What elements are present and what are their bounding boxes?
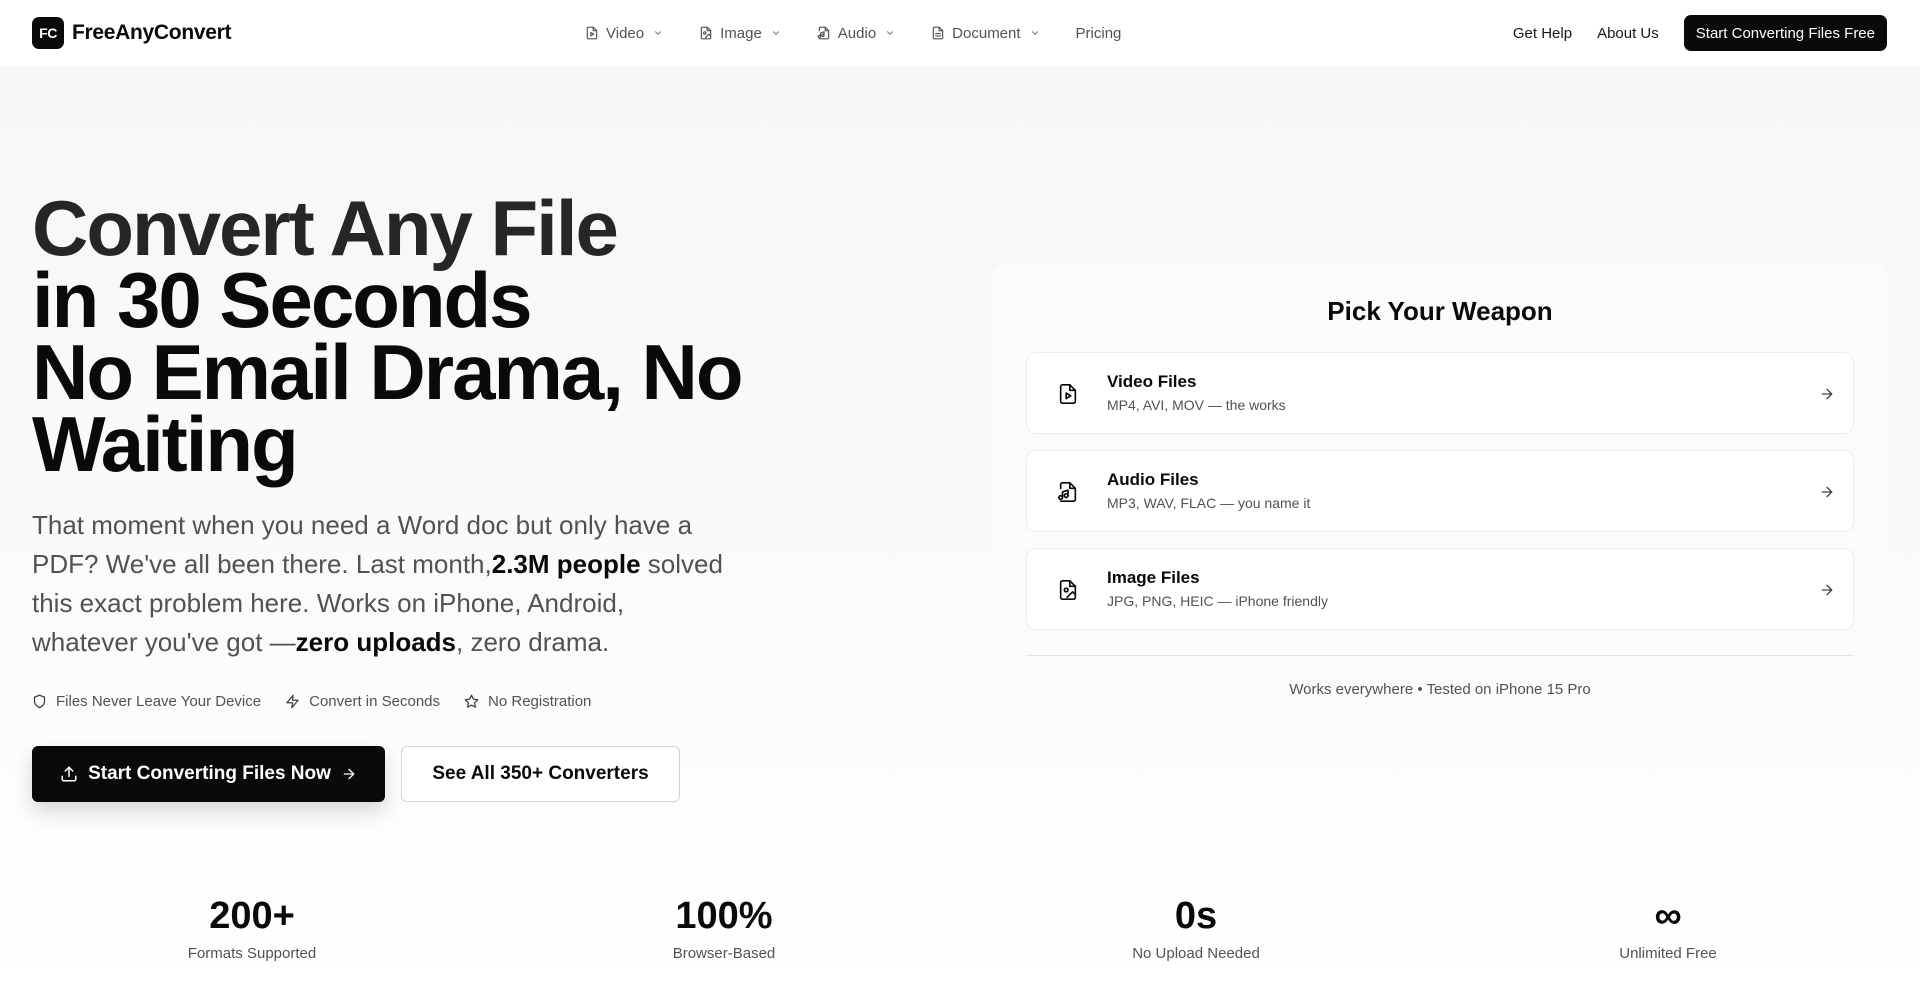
feature-item: No Registration bbox=[464, 693, 591, 710]
brand-name: FreeAnyConvert bbox=[72, 21, 232, 44]
hero-title-line: No Email Drama, No bbox=[32, 328, 744, 416]
nav-audio-label: Audio bbox=[837, 24, 877, 42]
stat-item: ∞ Unlimited Free bbox=[1518, 893, 1818, 962]
about-us-link[interactable]: About Us bbox=[1597, 25, 1659, 42]
nav-actions: Get Help About Us Start Converting Files… bbox=[1513, 15, 1887, 51]
stat-item: 200+ Formats Supported bbox=[102, 893, 402, 962]
get-help-link[interactable]: Get Help bbox=[1513, 25, 1572, 42]
option-desc: MP3, WAV, FLAC — you name it bbox=[1107, 495, 1311, 511]
picker-footer: Works everywhere • Tested on iPhone 15 P… bbox=[1289, 681, 1591, 698]
file-audio-icon bbox=[1051, 475, 1085, 509]
stat-label: Formats Supported bbox=[187, 945, 317, 962]
nav-audio[interactable]: Audio bbox=[817, 25, 895, 42]
option-name: Video Files bbox=[1107, 372, 1197, 391]
option-name: Audio Files bbox=[1107, 470, 1199, 489]
video-files-option[interactable]: Video Files MP4, AVI, MOV — the works bbox=[1026, 352, 1854, 434]
arrow-right-icon bbox=[1819, 386, 1835, 402]
hero-desc-text: , zero drama. bbox=[456, 627, 610, 657]
nav-video-label: Video bbox=[606, 24, 645, 42]
file-text-icon bbox=[931, 26, 945, 40]
chevron-down-icon bbox=[1030, 28, 1040, 38]
top-navbar: FC FreeAnyConvert Video Image Audio Docu… bbox=[0, 0, 1920, 66]
nav-pricing-label: Pricing bbox=[1075, 24, 1122, 42]
cta-primary-label: Start Converting Files Now bbox=[88, 763, 331, 784]
file-image-icon bbox=[1051, 573, 1085, 607]
card-divider bbox=[1026, 655, 1854, 656]
feature-label: No Registration bbox=[488, 693, 592, 710]
nav-image-label: Image bbox=[720, 24, 762, 42]
stat-value: 0s bbox=[1174, 895, 1218, 937]
arrow-right-icon bbox=[1819, 484, 1835, 500]
feature-label: Convert in Seconds bbox=[309, 693, 441, 710]
nav-pricing[interactable]: Pricing bbox=[1076, 25, 1122, 42]
stat-value: 100% bbox=[675, 895, 773, 937]
start-converting-free-button[interactable]: Start Converting Files Free bbox=[1683, 15, 1887, 51]
feature-label: Files Never Leave Your Device bbox=[56, 693, 262, 710]
file-type-picker-card: Pick Your Weapon Video Files MP4, AVI, M… bbox=[992, 264, 1888, 732]
audio-files-option[interactable]: Audio Files MP3, WAV, FLAC — you name it bbox=[1026, 450, 1854, 532]
nav-document-label: Document bbox=[952, 24, 1021, 42]
arrow-right-icon bbox=[1819, 582, 1835, 598]
file-image-icon bbox=[699, 26, 713, 40]
arrow-right-icon bbox=[341, 766, 357, 782]
file-video-icon bbox=[585, 26, 599, 40]
option-desc: JPG, PNG, HEIC — iPhone friendly bbox=[1107, 593, 1328, 609]
hero-description: That moment when you need a Word doc but… bbox=[32, 506, 732, 662]
stat-value: 200+ bbox=[209, 895, 295, 937]
hero-desc-highlight: zero uploads bbox=[295, 627, 457, 657]
nav-video[interactable]: Video bbox=[585, 25, 663, 42]
stat-item: 0s No Upload Needed bbox=[1046, 893, 1346, 962]
option-desc: MP4, AVI, MOV — the works bbox=[1107, 397, 1286, 413]
option-name: Image Files bbox=[1107, 568, 1200, 587]
star-icon bbox=[464, 694, 480, 710]
start-converting-now-button[interactable]: Start Converting Files Now bbox=[32, 746, 385, 802]
hero-desc-highlight: 2.3M people bbox=[491, 549, 641, 579]
file-video-icon bbox=[1051, 377, 1085, 411]
stat-label: No Upload Needed bbox=[1132, 945, 1260, 962]
brand-logo[interactable]: FC FreeAnyConvert bbox=[32, 17, 231, 49]
chevron-down-icon bbox=[653, 28, 663, 38]
upload-icon bbox=[60, 765, 78, 783]
feature-item: Convert in Seconds bbox=[285, 693, 440, 710]
see-all-converters-button[interactable]: See All 350+ Converters bbox=[401, 746, 680, 802]
chevron-down-icon bbox=[885, 28, 895, 38]
stat-value: ∞ bbox=[1654, 895, 1682, 937]
stat-label: Browser-Based bbox=[672, 945, 776, 962]
hero-title-line: Waiting bbox=[32, 400, 299, 488]
stat-item: 100% Browser-Based bbox=[574, 893, 874, 962]
chevron-down-icon bbox=[771, 28, 781, 38]
feature-item: Files Never Leave Your Device bbox=[32, 693, 261, 710]
shield-icon bbox=[32, 694, 48, 710]
main-nav: Video Image Audio Document Pricing bbox=[585, 0, 1157, 66]
hero-title-line: in 30 Seconds bbox=[32, 256, 533, 344]
stat-label: Unlimited Free bbox=[1619, 945, 1717, 962]
hero-title-line: Convert Any File bbox=[32, 184, 619, 272]
hero-title: Convert Any File in 30 Seconds No Email … bbox=[32, 184, 772, 488]
picker-title: Pick Your Weapon bbox=[1327, 296, 1553, 326]
logo-badge: FC bbox=[32, 17, 64, 49]
zap-icon bbox=[285, 694, 301, 710]
feature-list: Files Never Leave Your Device Convert in… bbox=[32, 693, 615, 710]
image-files-option[interactable]: Image Files JPG, PNG, HEIC — iPhone frie… bbox=[1026, 548, 1854, 630]
file-audio-icon bbox=[817, 26, 831, 40]
nav-document[interactable]: Document bbox=[931, 25, 1039, 42]
nav-image[interactable]: Image bbox=[699, 25, 781, 42]
